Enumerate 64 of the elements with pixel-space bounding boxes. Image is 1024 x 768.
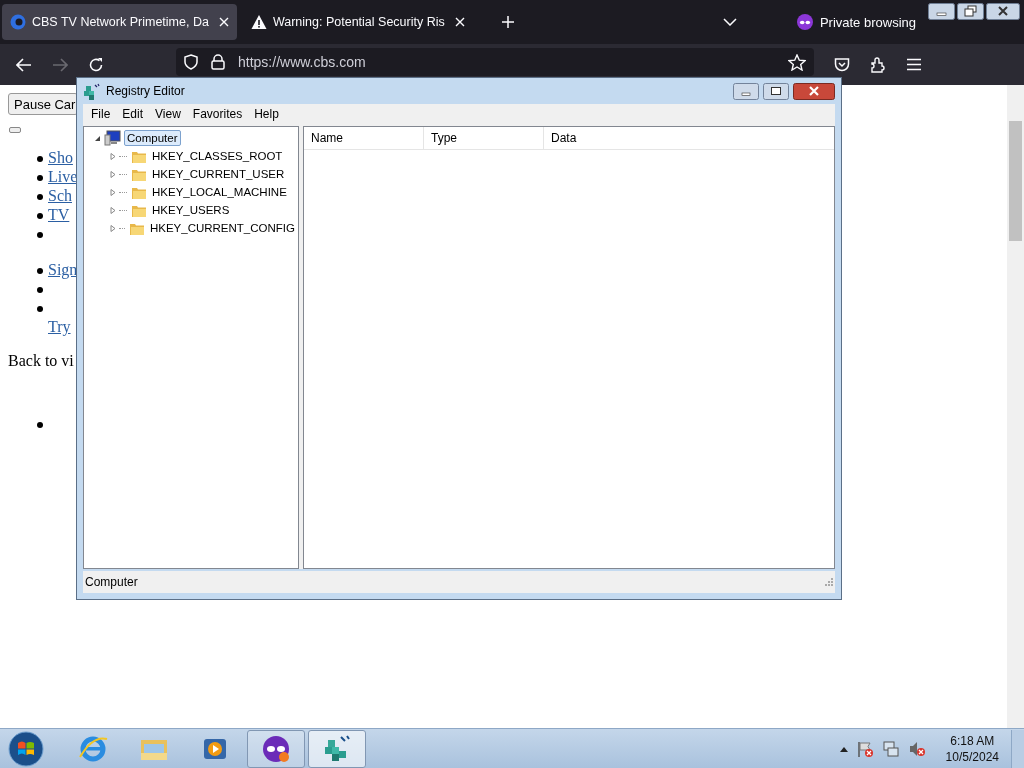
window-title: Registry Editor: [106, 84, 185, 98]
pause-button[interactable]: Pause Car: [8, 93, 79, 115]
browser-tab[interactable]: CBS TV Network Primetime, Da: [2, 4, 237, 40]
close-icon[interactable]: [793, 82, 835, 100]
tree-item[interactable]: HKEY_CLASSES_ROOT: [149, 148, 286, 164]
column-header[interactable]: Data: [544, 127, 834, 149]
tree-item[interactable]: HKEY_CURRENT_USER: [149, 166, 288, 182]
taskbar-button[interactable]: [308, 729, 366, 768]
flag-icon[interactable]: [855, 739, 874, 758]
tree-item[interactable]: HKEY_LOCAL_MACHINE: [149, 184, 290, 200]
menu-item[interactable]: View: [149, 107, 187, 121]
column-header[interactable]: Name: [304, 127, 424, 149]
taskbar-button[interactable]: [247, 729, 305, 768]
restore-icon[interactable]: [957, 3, 984, 20]
tree-item[interactable]: Computer: [124, 130, 181, 146]
bullet-dot: [37, 175, 43, 182]
link[interactable]: Live: [48, 168, 78, 185]
site-icon: [10, 14, 26, 30]
close-icon[interactable]: [986, 3, 1020, 20]
bullet-dot: [37, 232, 43, 239]
maximize-icon[interactable]: [763, 82, 789, 100]
bullet-dot: [37, 213, 43, 220]
mask-icon: [796, 14, 813, 30]
link[interactable]: Sign: [48, 261, 78, 278]
show-hidden-icons-icon[interactable]: [839, 745, 848, 752]
link[interactable]: Sch: [48, 187, 72, 204]
bullet-dot: [37, 422, 43, 429]
network-icon[interactable]: [881, 739, 900, 758]
collapsed-arrow-icon[interactable]: [108, 187, 117, 197]
menu-item[interactable]: Edit: [116, 107, 150, 121]
private-browsing-label: Private browsing: [819, 14, 916, 30]
warning-icon: [250, 14, 267, 30]
bullet-dot: [37, 287, 43, 294]
column-header[interactable]: Type: [424, 127, 544, 149]
tree-item[interactable]: HKEY_CURRENT_CONFIG: [146, 220, 298, 236]
collapsed-arrow-icon[interactable]: [108, 169, 117, 179]
collapsed-arrow-icon[interactable]: [108, 151, 117, 161]
new-tab-icon[interactable]: [500, 15, 515, 29]
link[interactable]: TV: [48, 206, 70, 223]
status-text: Computer: [85, 575, 138, 589]
registry-icon: [83, 82, 101, 100]
collapsed-arrow-icon[interactable]: [108, 205, 117, 215]
paragraph: Back to vi: [8, 351, 75, 370]
tree-item[interactable]: HKEY_USERS: [149, 202, 233, 218]
menu-item[interactable]: File: [85, 107, 117, 121]
bullet-dot: [37, 194, 43, 201]
link[interactable]: Try: [48, 318, 71, 335]
bullet-dot: [37, 268, 43, 275]
menu-item[interactable]: Help: [248, 107, 285, 121]
chevron-down-icon[interactable]: [722, 18, 737, 26]
browser-tab[interactable]: Warning: Potential Security Ris: [242, 4, 473, 40]
bullet-dot: [37, 306, 43, 313]
link[interactable]: Sho: [48, 149, 73, 166]
collapsed-arrow-icon[interactable]: [108, 223, 117, 233]
resize-grip-icon[interactable]: [825, 578, 833, 586]
clock-time[interactable]: 6:18 AM: [950, 732, 995, 749]
small-button[interactable]: [9, 127, 21, 133]
minimize-icon[interactable]: [928, 3, 955, 20]
menu-item[interactable]: Favorites: [186, 107, 249, 121]
computer-icon: [104, 130, 122, 146]
clock-date[interactable]: 10/5/2024: [945, 748, 999, 765]
start-button[interactable]: [8, 730, 44, 767]
scrollbar[interactable]: [1007, 85, 1024, 728]
bullet-dot: [37, 156, 43, 163]
